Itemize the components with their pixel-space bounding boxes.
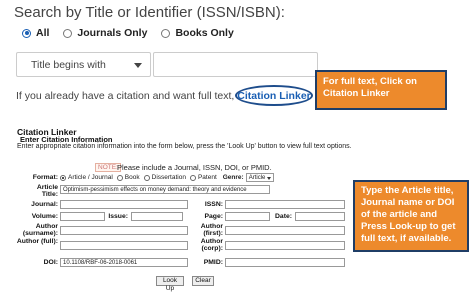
volume-field[interactable] xyxy=(60,212,105,221)
format-option-book[interactable]: Book xyxy=(116,174,140,181)
issn-label: ISSN: xyxy=(204,201,223,208)
chevron-down-icon xyxy=(134,63,142,68)
issn-field[interactable] xyxy=(225,200,345,209)
citation-linker-instructions: Enter appropriate citation information i… xyxy=(17,143,352,150)
genre-label: Genre: xyxy=(222,174,244,181)
issue-label: Issue: xyxy=(108,213,128,220)
match-type-value: Title begins with xyxy=(31,59,106,71)
radio-selected-icon[interactable] xyxy=(22,28,31,38)
citation-linker-label: Citation Linker xyxy=(237,89,311,102)
search-input[interactable] xyxy=(153,52,318,77)
author-first-label: Author (first): xyxy=(200,223,223,237)
radio-icon[interactable] xyxy=(116,174,123,181)
scope-radio-group: All Journals Only Books Only xyxy=(22,27,248,39)
scope-option-label: All xyxy=(36,27,50,39)
author-corp-label: Author (corp): xyxy=(200,238,223,252)
scope-option-label: Journals Only xyxy=(77,27,148,39)
author-surname-field[interactable] xyxy=(60,226,188,235)
radio-icon[interactable] xyxy=(63,28,73,38)
author-corp-field[interactable] xyxy=(225,241,345,250)
callout-type-article-details: Type the Article title, Journal name or … xyxy=(353,180,469,252)
format-option-label: Book xyxy=(124,174,140,181)
search-title: Search by Title or Identifier (ISSN/ISBN… xyxy=(14,4,285,21)
page-label: Page: xyxy=(204,213,223,220)
radio-icon[interactable] xyxy=(189,174,196,181)
scope-option-journals[interactable]: Journals Only xyxy=(63,27,147,39)
format-option-dissertation[interactable]: Dissertation xyxy=(143,174,186,181)
format-option-article[interactable]: Article / Journal xyxy=(60,174,113,181)
volume-label: Volume: xyxy=(31,213,58,220)
scope-option-books[interactable]: Books Only xyxy=(161,27,234,39)
pmid-label: PMID: xyxy=(203,259,223,266)
radio-icon[interactable] xyxy=(143,174,150,181)
author-full-field[interactable] xyxy=(60,241,188,250)
author-surname-label: Author (surname): xyxy=(22,223,58,237)
author-full-label: Author (full): xyxy=(16,238,58,245)
format-option-label: Patent xyxy=(197,174,217,181)
note-text: Please include a Journal, ISSN, DOI, or … xyxy=(117,163,272,172)
match-type-select[interactable]: Title begins with xyxy=(16,52,151,77)
look-up-button[interactable]: Look Up xyxy=(156,276,184,292)
citation-prompt-text: If you already have a citation and want … xyxy=(16,90,249,102)
format-option-label: Article / Journal xyxy=(68,174,113,181)
format-label: Format: xyxy=(32,174,58,181)
journal-field[interactable] xyxy=(60,200,188,209)
format-radio-group: Article / Journal Book Dissertation Pate… xyxy=(60,173,275,182)
scope-option-all[interactable]: All xyxy=(22,27,49,39)
radio-icon[interactable] xyxy=(161,28,171,38)
scope-option-label: Books Only xyxy=(175,27,234,39)
pmid-field[interactable] xyxy=(225,258,345,267)
issue-field[interactable] xyxy=(131,212,183,221)
article-title-label: Article Title: xyxy=(36,184,58,198)
date-field[interactable] xyxy=(295,212,345,221)
date-label: Date: xyxy=(275,213,292,220)
journal-label: Journal: xyxy=(31,201,58,208)
callout-click-citation-linker: For full text, Click on Citation Linker xyxy=(315,70,447,110)
page-field[interactable] xyxy=(225,212,270,221)
radio-selected-icon[interactable] xyxy=(60,174,66,181)
article-title-field[interactable]: Optimism-pessimism effects on money dema… xyxy=(60,185,270,194)
doi-field[interactable]: 10.1108/RBF-06-2018-0061 xyxy=(60,258,188,267)
format-option-label: Dissertation xyxy=(151,174,186,181)
doi-label: DOI: xyxy=(43,259,58,266)
citation-linker-link[interactable]: Citation Linker xyxy=(235,85,313,106)
genre-select[interactable]: Article xyxy=(245,173,275,182)
format-option-patent[interactable]: Patent xyxy=(189,174,217,181)
clear-button[interactable]: Clear xyxy=(192,276,214,286)
author-first-field[interactable] xyxy=(225,226,345,235)
